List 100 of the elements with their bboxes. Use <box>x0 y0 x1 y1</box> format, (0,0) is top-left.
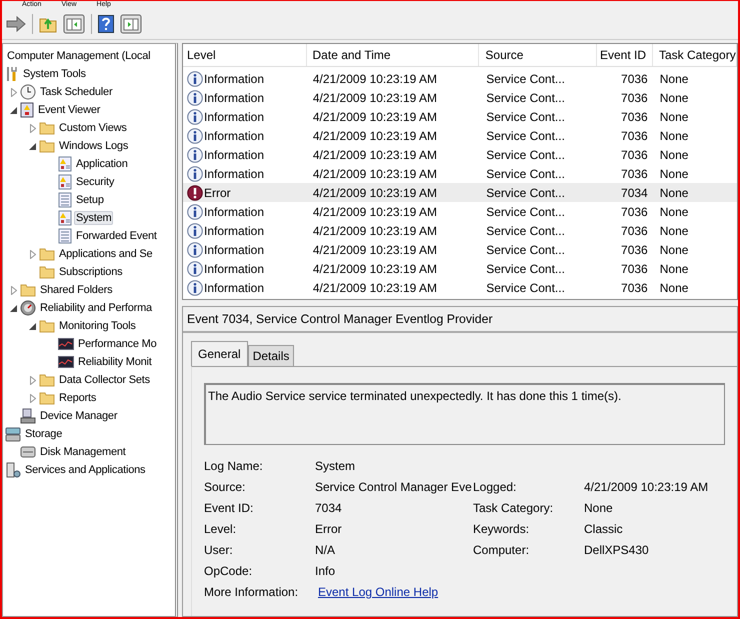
collapsed-arrow-icon[interactable] <box>30 250 36 258</box>
tree-item[interactable]: Applications and Se <box>57 247 154 261</box>
tree-item[interactable]: Subscriptions <box>57 265 124 279</box>
event-row[interactable]: Information 4/21/2009 10:23:19 AM Service Cont... 7036 None <box>183 240 737 259</box>
event-row[interactable]: Information 4/21/2009 10:23:19 AM Service Cont... 7036 None <box>183 107 737 126</box>
tree-item[interactable]: Reliability Monit <box>76 355 154 369</box>
tree-item[interactable]: Task Scheduler <box>38 85 114 99</box>
level-text: Information <box>204 280 264 294</box>
collapsed-arrow-icon[interactable] <box>10 88 16 96</box>
level-text: Information <box>204 72 264 86</box>
collapsed-arrow-icon[interactable] <box>30 394 36 402</box>
level-text: Information <box>204 204 264 218</box>
tree-item[interactable]: Reports <box>57 391 98 405</box>
tree-item[interactable]: Security <box>74 175 116 189</box>
level-text: Information <box>204 242 264 256</box>
pane-toggle-icon[interactable] <box>63 14 85 34</box>
event-row[interactable]: Information 4/21/2009 10:23:19 AM Service Cont... 7036 None <box>183 69 737 88</box>
expanded-arrow-icon[interactable] <box>10 304 17 312</box>
collapsed-arrow-icon[interactable] <box>30 376 36 384</box>
expanded-arrow-icon[interactable] <box>10 106 17 114</box>
help-icon[interactable] <box>98 15 114 33</box>
event-row[interactable]: Error 4/21/2009 10:23:19 AM Service Cont... 7034 None <box>183 183 737 202</box>
tree-item[interactable]: System Tools <box>21 67 88 81</box>
date-time-cell-text: 4/21/2009 10:23:19 AM <box>312 166 438 180</box>
folder-icon <box>39 121 55 135</box>
chart-monitor-icon <box>58 338 74 350</box>
tree-item[interactable]: Shared Folders <box>38 283 114 297</box>
clock-icon <box>20 84 36 100</box>
document-icon <box>58 192 72 208</box>
help-link[interactable]: Event Log Online Help <box>315 585 438 599</box>
folder-icon <box>39 247 55 261</box>
forward-arrow-icon[interactable] <box>6 16 26 32</box>
folder-icon <box>39 319 55 333</box>
column-header[interactable]: Level <box>183 44 307 66</box>
tree-item[interactable]: Computer Management (Local <box>5 49 152 63</box>
source-cell-text: Service Cont... <box>485 224 566 238</box>
folder-icon <box>20 283 36 297</box>
field-value: Classic <box>584 522 624 538</box>
folder-icon <box>39 265 55 279</box>
error-icon <box>187 184 203 200</box>
event-id-cell-text: 7036 <box>620 262 649 276</box>
tree-item[interactable]: Device Manager <box>38 409 120 423</box>
column-header[interactable]: Source <box>479 44 597 66</box>
tab[interactable]: Details <box>248 345 294 366</box>
event-id-cell-text: 7036 <box>620 280 649 294</box>
event-row[interactable]: Information 4/21/2009 10:23:19 AM Service Cont... 7036 None <box>183 145 737 164</box>
column-header[interactable]: Date and Time <box>306 44 480 66</box>
collapsed-arrow-icon[interactable] <box>10 286 16 294</box>
event-row[interactable]: Information 4/21/2009 10:23:19 AM Service Cont... 7036 None <box>183 278 737 297</box>
event-row[interactable]: Information 4/21/2009 10:23:19 AM Service Cont... 7036 None <box>183 221 737 240</box>
task-category-cell-text: None <box>658 90 690 104</box>
tree-item[interactable]: Reliability and Performa <box>38 301 154 315</box>
information-icon <box>187 242 203 258</box>
task-category-cell-text: None <box>658 204 690 218</box>
task-category-cell-text: None <box>658 262 690 276</box>
tree-item[interactable]: Custom Views <box>57 121 129 135</box>
field-label: OpCode: <box>204 564 254 580</box>
expanded-arrow-icon[interactable] <box>29 322 36 330</box>
tree-item[interactable]: System <box>74 211 114 225</box>
tree-item[interactable]: Event Viewer <box>36 103 102 117</box>
field-value: Error <box>315 522 343 538</box>
tree-item[interactable]: Disk Management <box>38 445 128 459</box>
event-row[interactable]: Information 4/21/2009 10:23:19 AM Service Cont... 7036 None <box>183 126 737 145</box>
tree-item[interactable]: Performance Mo <box>76 337 159 351</box>
task-category-cell-text: None <box>658 242 690 256</box>
tree-item[interactable]: Services and Applications <box>23 463 148 477</box>
tools-icon <box>5 66 19 82</box>
information-icon <box>187 146 203 162</box>
tree-item[interactable]: Storage <box>23 427 64 441</box>
column-header[interactable]: Event ID <box>597 44 653 66</box>
event-row[interactable]: Information 4/21/2009 10:23:19 AM Service Cont... 7036 None <box>183 88 737 107</box>
tree-item[interactable]: Setup <box>74 193 106 207</box>
tree-item[interactable]: Windows Logs <box>57 139 130 153</box>
tab[interactable]: General <box>191 341 248 366</box>
source-cell-text: Service Cont... <box>485 72 566 86</box>
event-row[interactable]: Information 4/21/2009 10:23:19 AM Service Cont... 7036 None <box>183 202 737 221</box>
column-header[interactable]: Task Category <box>653 44 737 66</box>
field-label: Source: <box>204 480 246 496</box>
event-row[interactable]: Information 4/21/2009 10:23:19 AM Service Cont... 7036 None <box>183 259 737 278</box>
tree-item[interactable]: Forwarded Event <box>74 229 159 243</box>
folder-icon <box>39 373 55 387</box>
field-value: None <box>584 501 614 517</box>
tree-item[interactable]: Data Collector Sets <box>57 373 152 387</box>
level-text: Error <box>204 186 231 200</box>
source-cell-text: Service Cont... <box>485 90 566 104</box>
tree-item[interactable]: Application <box>74 157 130 171</box>
expanded-arrow-icon[interactable] <box>29 142 36 150</box>
event-row[interactable]: Information 4/21/2009 10:23:19 AM Service Cont... 7036 None <box>183 164 737 183</box>
level-text: Information <box>204 148 264 162</box>
field-value: Info <box>315 564 336 580</box>
task-category-cell-text: None <box>658 72 690 86</box>
tree-item[interactable]: Monitoring Tools <box>57 319 138 333</box>
level-text: Information <box>204 166 264 180</box>
information-icon <box>187 90 203 106</box>
log-icon <box>58 210 72 226</box>
pane-toggle-icon[interactable] <box>120 14 142 34</box>
collapsed-arrow-icon[interactable] <box>30 124 36 132</box>
source-cell-text: Service Cont... <box>485 280 566 294</box>
folder-icon <box>39 139 55 153</box>
date-time-cell-text: 4/21/2009 10:23:19 AM <box>312 148 438 162</box>
